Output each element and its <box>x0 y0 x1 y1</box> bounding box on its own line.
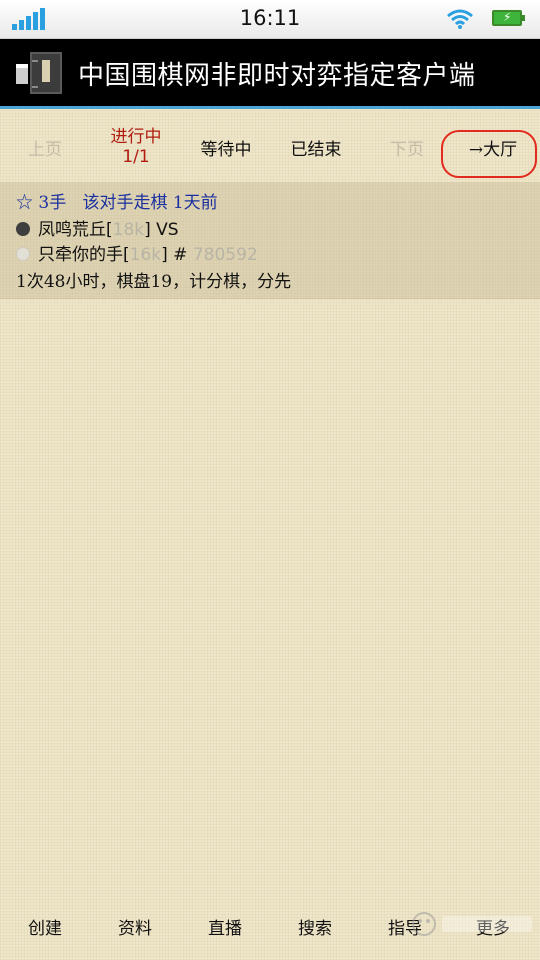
white-player-rank: 16k <box>129 245 162 265</box>
tab-finished[interactable]: 已结束 <box>280 112 352 182</box>
black-stone-icon <box>16 222 30 236</box>
white-stone-icon <box>16 247 30 261</box>
app-header: 中国围棋网非即时对弈指定客户端 <box>0 39 540 109</box>
game-moves: 3手 <box>38 193 67 213</box>
tab-waiting[interactable]: 等待中 <box>190 112 262 182</box>
prev-page-button[interactable]: 上页 <box>16 112 74 182</box>
black-player-rank: 18k <box>112 220 145 240</box>
game-id-prefix: # <box>173 245 188 265</box>
status-bar: 16:11 ⚡ <box>0 0 540 39</box>
tab-coaching[interactable]: 指导 <box>388 914 422 939</box>
next-page-label: 下页 <box>390 139 424 160</box>
tab-waiting-label: 等待中 <box>200 139 252 160</box>
white-player-row: 只牵你的手[16k] # 780592 <box>16 240 258 265</box>
tab-in-progress-page: 1/1 <box>122 147 150 167</box>
app-logo-icon <box>16 52 62 94</box>
game-list-item[interactable]: ☆ 3手 该对手走棋 1天前 凤鸣荒丘[18k] VS 只牵你的手[16k] #… <box>0 182 540 299</box>
battery-icon: ⚡ <box>492 10 525 26</box>
black-player-row: 凤鸣荒丘[18k] VS <box>16 215 179 240</box>
game-headline: ☆ 3手 该对手走棋 1天前 <box>16 188 218 213</box>
prev-page-label: 上页 <box>28 139 62 160</box>
game-rules: 1次48小时，棋盘19，计分棋，分先 <box>16 272 292 292</box>
annotation-circle <box>441 130 537 178</box>
game-status: 该对手走棋 1天前 <box>82 193 218 213</box>
tab-more[interactable]: 更多 <box>476 914 510 939</box>
game-id: 780592 <box>192 245 258 265</box>
black-player-name[interactable]: 凤鸣荒丘 <box>38 220 106 240</box>
tab-live[interactable]: 直播 <box>208 914 242 939</box>
vs-label: VS <box>156 220 179 240</box>
tab-finished-label: 已结束 <box>290 139 342 160</box>
wifi-icon <box>447 9 473 29</box>
white-player-name[interactable]: 只牵你的手 <box>38 245 123 265</box>
star-icon[interactable]: ☆ <box>16 193 33 213</box>
tab-create[interactable]: 创建 <box>28 914 62 939</box>
tab-in-progress[interactable]: 进行中 1/1 <box>100 112 172 182</box>
tab-in-progress-label: 进行中 <box>110 127 162 147</box>
tab-profile[interactable]: 资料 <box>118 914 152 939</box>
tab-search[interactable]: 搜索 <box>298 914 332 939</box>
bottom-tab-bar: 创建 资料 直播 搜索 指导 更多 <box>0 900 540 950</box>
next-page-button[interactable]: 下页 <box>378 112 436 182</box>
app-title: 中国围棋网非即时对弈指定客户端 <box>78 61 476 91</box>
